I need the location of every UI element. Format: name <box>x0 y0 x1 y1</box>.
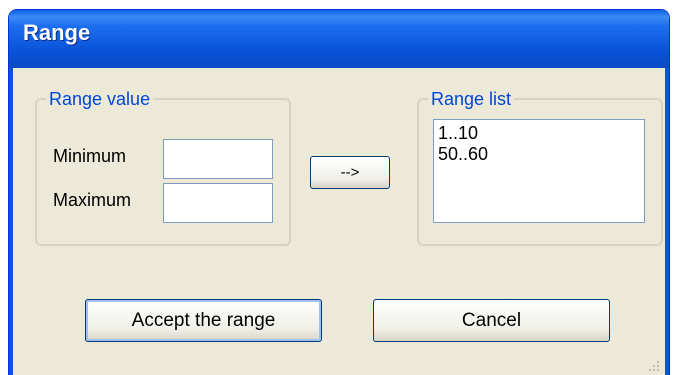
range-dialog: Range Range value Minimum Maximum --> Ra… <box>8 9 670 375</box>
range-listbox[interactable]: 1..10 50..60 <box>433 119 645 223</box>
cancel-button[interactable]: Cancel <box>373 299 610 342</box>
list-item[interactable]: 1..10 <box>438 123 640 144</box>
dialog-client-area: Range value Minimum Maximum --> Range li… <box>9 68 669 375</box>
minimum-input[interactable] <box>163 139 273 179</box>
range-list-legend: Range list <box>431 89 512 109</box>
window-title: Range <box>23 20 91 45</box>
title-bar[interactable]: Range <box>9 10 669 68</box>
maximum-input[interactable] <box>163 183 273 223</box>
range-value-legend: Range value <box>49 89 151 109</box>
maximum-label: Maximum <box>53 190 132 210</box>
add-range-button[interactable]: --> <box>310 156 390 189</box>
accept-range-button[interactable]: Accept the range <box>85 299 322 342</box>
resize-grip-icon[interactable] <box>647 359 661 373</box>
minimum-label: Minimum <box>53 146 127 166</box>
list-item[interactable]: 50..60 <box>438 144 640 165</box>
